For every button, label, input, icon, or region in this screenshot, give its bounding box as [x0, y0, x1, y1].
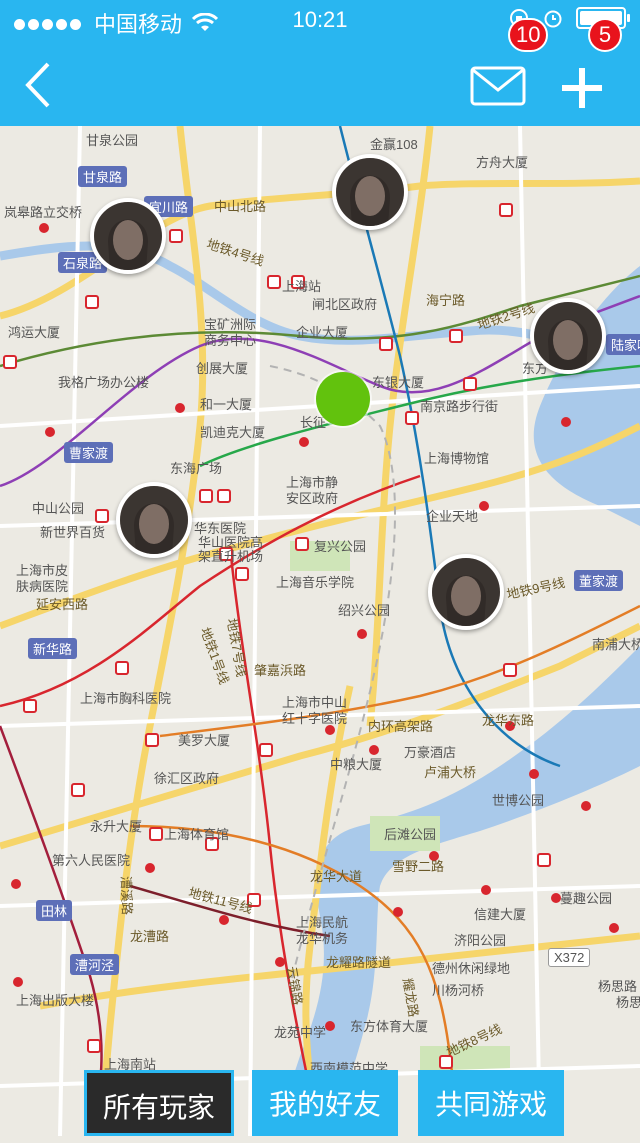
- map-label: 第六人民医院: [52, 853, 131, 868]
- district-label: 陆家嘴: [606, 334, 640, 355]
- map-label: 龙耀路隧道: [326, 955, 392, 970]
- map-label: 肇嘉浜路: [254, 663, 307, 678]
- map-view[interactable]: 甘泉公园 金赢108 方舟大厦 岚皋路立交桥 中山北路 上海站 闸北区政府 宝矿…: [0, 126, 640, 1136]
- map-label: 商务中心: [204, 333, 257, 348]
- nav-bar: [0, 40, 640, 126]
- district-label: 曹家渡: [64, 442, 114, 463]
- tab-common-games[interactable]: 共同游戏: [418, 1070, 564, 1136]
- map-label: 中山北路: [214, 199, 267, 214]
- map-label: 龙漕路: [130, 929, 170, 944]
- map-label: 永升大厦: [90, 819, 143, 834]
- map-label: 绍兴公园: [338, 603, 391, 618]
- tab-my-friends[interactable]: 我的好友: [252, 1070, 398, 1136]
- map-label: 卢浦大桥: [424, 765, 477, 780]
- district-label: 甘泉路: [78, 166, 128, 187]
- map-label: 复兴公园: [314, 539, 367, 554]
- map-label: 上海站: [282, 279, 322, 294]
- map-label: 中粮大厦: [330, 757, 383, 772]
- map-label: 甘泉公园: [86, 133, 139, 148]
- map-label: 漕溪路: [118, 875, 135, 916]
- map-label: 信建大厦: [474, 907, 527, 922]
- map-label: 德州休闲绿地: [432, 961, 511, 976]
- player-avatar[interactable]: [332, 154, 408, 230]
- map-label: 东海广场: [170, 461, 223, 476]
- map-label: 上海市胸科医院: [80, 691, 172, 706]
- avatar-portrait-icon: [120, 486, 188, 554]
- avatar-portrait-icon: [534, 302, 602, 370]
- map-label: 美罗大厦: [178, 733, 231, 748]
- avatar-portrait-icon: [94, 202, 162, 270]
- map-label: 海宁路: [426, 293, 466, 308]
- map-label: 南浦大桥: [592, 637, 640, 652]
- district-label: 漕河泾: [70, 954, 120, 975]
- map-label: 企业大厦: [296, 325, 349, 340]
- add-count-badge: 5: [588, 18, 622, 52]
- district-label: X372: [548, 948, 591, 967]
- map-label: 川杨河桥: [432, 983, 485, 998]
- map-label: 肤病医院: [16, 579, 69, 594]
- mail-icon[interactable]: [470, 66, 526, 106]
- map-label: 蔓趣公园: [560, 891, 613, 906]
- map-label: 架直升机场: [198, 549, 264, 564]
- map-label: 我格广场办公楼: [58, 375, 150, 390]
- player-avatar[interactable]: [116, 482, 192, 558]
- map-label: 济阳公园: [454, 933, 507, 948]
- map-label: 岚皋路立交桥: [4, 205, 83, 220]
- map-label: 雪野二路: [392, 859, 445, 874]
- district-label: 新华路: [28, 638, 78, 659]
- map-label: 后滩公园: [384, 827, 437, 842]
- map-label: 徐汇区政府: [154, 771, 220, 786]
- map-label: 方舟大厦: [476, 155, 529, 170]
- map-label: 世博公园: [492, 793, 545, 808]
- map-label: 内环高架路: [368, 719, 434, 734]
- player-avatar[interactable]: [90, 198, 166, 274]
- map-label: 南京路步行街: [420, 399, 499, 414]
- map-label: 鸿运大厦: [8, 325, 61, 340]
- map-label: 龙华机务: [296, 931, 349, 946]
- add-icon[interactable]: [560, 66, 604, 110]
- map-label: 中山公园: [32, 501, 85, 516]
- current-location-marker[interactable]: [316, 372, 370, 426]
- map-label: 龙苑中学: [274, 1025, 327, 1040]
- map-label: 上海博物馆: [424, 451, 490, 466]
- map-label: 企业天地: [426, 509, 479, 524]
- map-label: 龙华东路: [482, 713, 535, 728]
- avatar-portrait-icon: [432, 558, 500, 626]
- map-label: 闸北区政府: [312, 297, 378, 312]
- player-avatar[interactable]: [428, 554, 504, 630]
- map-label: 延安西路: [36, 597, 89, 612]
- map-label: 龙华大道: [310, 869, 363, 884]
- map-label: 东银大厦: [372, 375, 425, 390]
- map-label: 上海体育馆: [164, 827, 230, 842]
- district-label: 董家渡: [574, 570, 624, 591]
- avatar-portrait-icon: [336, 158, 404, 226]
- map-label: 创展大厦: [196, 361, 249, 376]
- map-label: 安区政府: [286, 491, 339, 506]
- map-label: 红十字医院: [282, 711, 348, 726]
- map-label: 凯迪克大厦: [200, 425, 266, 440]
- map-label: 杨思: [616, 995, 640, 1010]
- tab-all-players[interactable]: 所有玩家: [84, 1070, 234, 1136]
- back-chevron-icon[interactable]: [20, 60, 60, 110]
- map-label: 新世界百货: [40, 525, 106, 540]
- map-label: 东方体育大厦: [350, 1019, 429, 1034]
- map-label: 上海出版大楼: [16, 993, 95, 1008]
- district-label: 田林: [36, 900, 73, 921]
- map-label: 金赢108: [370, 137, 418, 152]
- mail-count-badge: 10: [508, 18, 549, 52]
- map-label: 上海音乐学院: [276, 575, 355, 590]
- map-label: 和一大厦: [200, 397, 253, 412]
- player-avatar[interactable]: [530, 298, 606, 374]
- map-label: 万豪酒店: [404, 745, 457, 760]
